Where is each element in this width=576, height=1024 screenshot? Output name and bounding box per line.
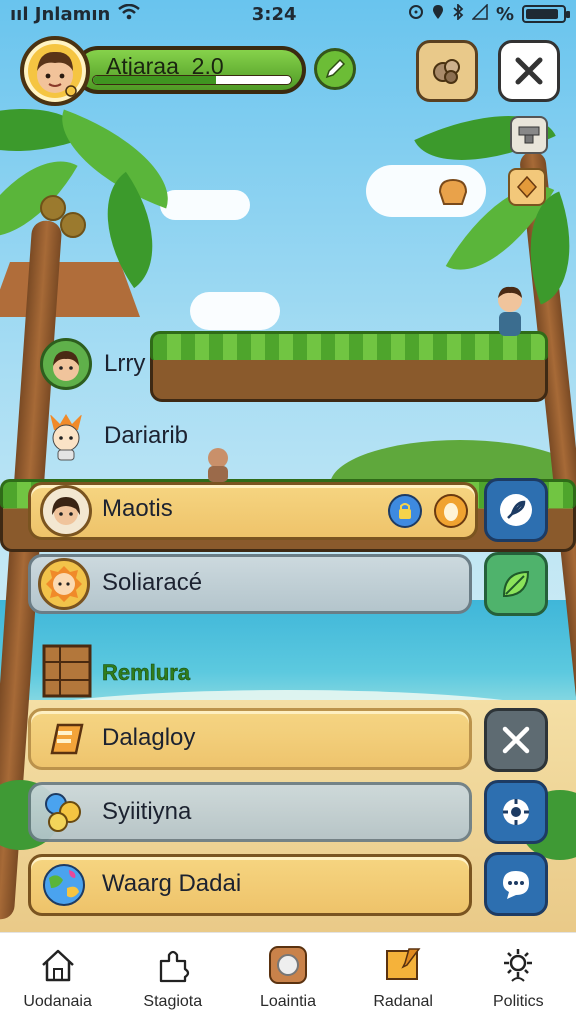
character-row[interactable]: Maotis — [36, 482, 336, 540]
puzzle-icon — [151, 943, 195, 987]
chat-button[interactable] — [484, 852, 548, 916]
chat-bubble-icon — [503, 871, 529, 899]
lock-icon[interactable] — [388, 494, 422, 528]
nav-item-puzzle[interactable]: Stagiota — [118, 943, 228, 1011]
character-avatar — [40, 485, 92, 537]
character-name: Lrry — [104, 350, 146, 377]
wifi-icon — [118, 3, 141, 25]
alarm-icon — [408, 4, 424, 25]
edit-name-button[interactable] — [314, 48, 356, 90]
pencil-icon — [325, 58, 346, 79]
menu-row[interactable]: Waarg Dadai — [36, 854, 376, 916]
character-name: Dariarib — [104, 422, 189, 449]
menu-label: Dalagloy — [102, 724, 196, 751]
npc-figure — [490, 282, 530, 340]
location-icon — [432, 4, 444, 25]
player-xp-bar: Atjaraa 2.0 — [74, 46, 306, 94]
gear-icon — [496, 943, 540, 987]
character-row[interactable]: Dariarib — [38, 408, 238, 470]
carrier-label: ııl Jnlamın — [10, 3, 111, 25]
battery-fill — [526, 9, 558, 19]
cloud — [160, 190, 250, 220]
menu-row[interactable]: Syiitiyna — [36, 782, 336, 842]
badge-button[interactable] — [484, 780, 548, 844]
bluetooth-icon — [452, 2, 464, 25]
leaf-icon — [502, 570, 530, 598]
house-icon — [36, 943, 80, 987]
nav-label: Radanal — [373, 993, 433, 1010]
nav-label: Loaintia — [259, 993, 316, 1010]
crate-icon — [40, 640, 94, 700]
close-icon — [502, 726, 530, 754]
bottom-navigation: Uodanaia Stagiota Loaintia Radanal Polit… — [0, 932, 576, 1024]
menu-label: Syiitiyna — [102, 798, 192, 825]
cloud — [190, 292, 280, 330]
hut-roof — [0, 262, 140, 317]
boy-face-icon — [37, 51, 77, 97]
feather-icon — [500, 494, 532, 526]
anvil-icon[interactable] — [510, 116, 548, 154]
coin-icon — [266, 943, 310, 987]
character-avatar — [40, 338, 92, 390]
nav-item-notes[interactable]: Radanal — [348, 943, 458, 1011]
map-button[interactable] — [416, 40, 478, 102]
nav-label: Stagiota — [143, 993, 203, 1010]
menu-row[interactable]: Dalagloy — [36, 708, 336, 770]
xp-fill — [93, 76, 216, 84]
coconut — [60, 212, 86, 238]
battery-icon — [522, 5, 570, 23]
status-bar: ııl Jnlamın 3:24 % — [0, 0, 576, 28]
gems-icon — [38, 786, 90, 838]
status-left: ııl Jnlamın — [10, 3, 141, 25]
menu-label: Waarg Dadai — [102, 870, 242, 897]
nav-item-home[interactable]: Uodanaia — [3, 943, 113, 1011]
player-avatar[interactable] — [20, 36, 90, 106]
character-name: Maotis — [102, 495, 173, 522]
character-avatar — [40, 410, 92, 462]
map-icon — [433, 59, 460, 84]
close-button[interactable] — [498, 40, 560, 102]
character-row[interactable]: Soliaracé — [36, 554, 336, 614]
leaf-button[interactable] — [484, 552, 548, 616]
battery-percent: % — [495, 3, 514, 25]
flower-badge-icon — [503, 799, 529, 825]
close-row-button[interactable] — [484, 708, 548, 772]
status-right: % — [408, 2, 570, 25]
nav-label: Uodanaia — [23, 993, 92, 1010]
egg-icon[interactable] — [434, 494, 468, 528]
xp-track — [92, 75, 292, 85]
nav-item-settings[interactable]: Politics — [463, 943, 573, 1011]
bread-icon[interactable] — [434, 172, 472, 210]
shield-icon[interactable] — [508, 168, 546, 206]
clock: 3:24 — [251, 3, 297, 25]
nav-item-coin[interactable]: Loaintia — [233, 943, 343, 1011]
note-icon — [381, 943, 425, 987]
close-icon — [515, 57, 543, 85]
section-title: Remlura — [102, 660, 191, 686]
character-row[interactable]: Lrry — [38, 336, 238, 396]
character-name: Soliaracé — [102, 569, 203, 596]
signal-icon — [471, 2, 488, 25]
scroll-icon — [40, 713, 92, 765]
globe-icon — [38, 859, 90, 911]
nav-label: Politics — [493, 993, 544, 1010]
character-avatar — [38, 558, 90, 610]
edit-character-button[interactable] — [484, 478, 548, 542]
